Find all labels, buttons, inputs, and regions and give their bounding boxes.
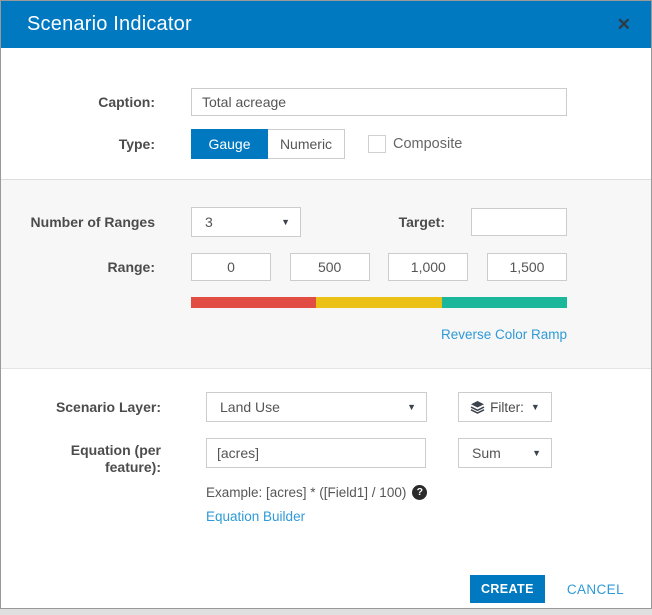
scenario-indicator-dialog: Scenario Indicator ✕ Caption: Type: Gaug…	[0, 0, 652, 609]
target-label: Target:	[398, 214, 445, 230]
layers-icon	[470, 400, 485, 414]
dialog-title: Scenario Indicator	[27, 13, 192, 35]
range-row: Range:	[1, 253, 651, 281]
number-of-ranges-row: Number of Ranges 3 ▼ Target:	[1, 207, 651, 237]
chevron-down-icon: ▼	[281, 217, 290, 227]
help-icon[interactable]: ?	[412, 485, 428, 500]
color-ramp	[191, 297, 567, 308]
range-input-4[interactable]	[486, 253, 567, 281]
composite-checkbox[interactable]	[368, 135, 386, 153]
dialog-header: Scenario Indicator ✕	[1, 1, 651, 48]
equation-row: Equation (per feature): Sum ▼	[1, 438, 651, 476]
range-inputs	[191, 253, 567, 281]
dialog-footer: CREATE CANCEL	[1, 575, 651, 603]
equation-builder-line: Equation Builder	[206, 508, 651, 525]
bottom-section: Scenario Layer: Land Use ▼ Filter: ▼ Equ…	[1, 369, 651, 603]
top-section: Caption: Type: Gauge Numeric Composite	[1, 48, 651, 179]
equation-input[interactable]	[206, 438, 426, 468]
composite-label: Composite	[393, 136, 463, 152]
ranges-section: Number of Ranges 3 ▼ Target: Range: 0 50…	[1, 179, 651, 369]
aggregation-value: Sum	[472, 445, 501, 461]
color-ramp-segment-red	[191, 297, 317, 308]
type-label: Type:	[118, 136, 155, 152]
scenario-layer-value: Land Use	[220, 399, 280, 415]
scenario-layer-row: Scenario Layer: Land Use ▼ Filter: ▼	[1, 392, 651, 422]
equation-example-text: Example: [acres] * ([Field1] / 100)	[206, 485, 407, 500]
number-of-ranges-select[interactable]: 3 ▼	[191, 207, 301, 237]
cancel-button[interactable]: CANCEL	[567, 582, 624, 597]
filter-button[interactable]: Filter: ▼	[458, 392, 552, 422]
equation-builder-link[interactable]: Equation Builder	[206, 509, 305, 524]
equation-example-line: Example: [acres] * ([Field1] / 100) ?	[206, 484, 651, 501]
type-numeric-button[interactable]: Numeric	[268, 129, 345, 159]
close-icon[interactable]: ✕	[617, 16, 631, 33]
aggregation-select[interactable]: Sum ▼	[458, 438, 552, 468]
filter-label: Filter:	[490, 399, 524, 415]
number-of-ranges-value: 3	[205, 214, 213, 230]
reverse-color-ramp-link[interactable]: Reverse Color Ramp	[441, 327, 567, 342]
range-label: Range:	[107, 259, 155, 275]
caption-row: Caption:	[1, 88, 651, 116]
create-button[interactable]: CREATE	[469, 575, 545, 603]
caption-label: Caption:	[98, 94, 155, 110]
number-of-ranges-content: 3 ▼ Target:	[191, 207, 567, 237]
target-group: Target:	[399, 208, 567, 236]
range-input-1[interactable]	[191, 253, 271, 281]
type-segmented-control: Gauge Numeric	[191, 129, 345, 159]
equation-label: Equation (per feature):	[70, 442, 161, 475]
target-input[interactable]	[471, 208, 567, 236]
scenario-layer-select[interactable]: Land Use ▼	[206, 392, 427, 422]
caption-input[interactable]	[191, 88, 567, 116]
chevron-down-icon: ▼	[532, 448, 541, 458]
chevron-down-icon: ▼	[407, 402, 416, 412]
color-ramp-segment-green	[441, 297, 567, 308]
range-input-2[interactable]	[289, 253, 370, 281]
range-input-3[interactable]	[388, 253, 469, 281]
reverse-ramp-row: Reverse Color Ramp	[191, 326, 567, 343]
chevron-down-icon: ▼	[530, 402, 540, 412]
type-row: Type: Gauge Numeric Composite	[1, 129, 651, 159]
number-of-ranges-label: Number of Ranges	[30, 214, 155, 230]
type-gauge-button[interactable]: Gauge	[191, 129, 268, 159]
scenario-layer-label: Scenario Layer:	[55, 399, 161, 415]
color-ramp-segment-yellow	[316, 297, 442, 308]
